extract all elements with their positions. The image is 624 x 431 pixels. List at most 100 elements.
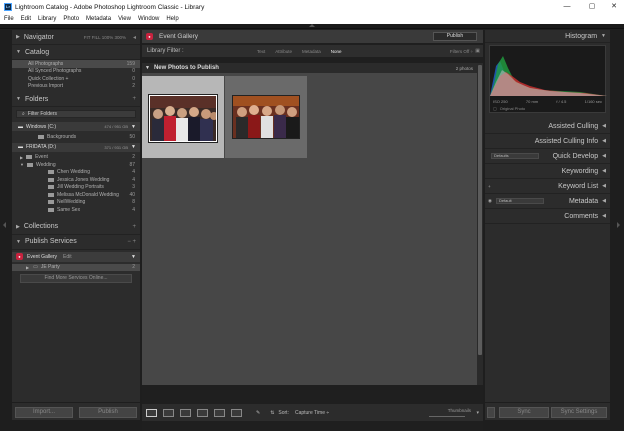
library-filter-bar: Library Filter : Text Attribute Metadata…	[142, 45, 483, 57]
add-folder-icon[interactable]: +	[132, 96, 136, 102]
folder-item[interactable]: Melissa McDonald Wedding 40	[12, 191, 140, 199]
folder-item[interactable]: NellWedding 8	[12, 199, 140, 207]
folder-item[interactable]: Jill Wedding Portraits 3	[12, 184, 140, 192]
find-more-services-button[interactable]: Find More Services Online...	[20, 274, 132, 283]
checkbox-icon[interactable]: ▢	[493, 106, 497, 111]
publish-service-edit[interactable]: Edit	[63, 254, 72, 260]
folder-item[interactable]: Chen Wedding 4	[12, 169, 140, 177]
collections-header[interactable]: ▶ Collections +	[12, 220, 140, 235]
survey-view-icon[interactable]	[197, 408, 208, 417]
navigator-header[interactable]: ▶ Navigator FIT FILL 100% 300% ◂	[12, 30, 140, 45]
photo-thumbnail[interactable]	[232, 95, 300, 139]
top-panel-toggle[interactable]	[0, 24, 624, 29]
toolbar-options-icon[interactable]: ▾	[476, 410, 479, 416]
close-button[interactable]: ✕	[602, 0, 624, 14]
menu-view[interactable]: View	[118, 16, 131, 22]
sort-dropdown[interactable]: Capture Time ÷	[295, 410, 329, 416]
menu-edit[interactable]: Edit	[21, 16, 31, 22]
left-panel: ▶ Navigator FIT FILL 100% 300% ◂ ▼ Catal…	[12, 30, 140, 402]
filters-off-dropdown[interactable]: Filters Off ÷	[450, 49, 473, 54]
party-photo-2-image	[233, 96, 299, 138]
filter-attribute-tab[interactable]: Attribute	[275, 49, 292, 54]
menu-window[interactable]: Window	[138, 16, 159, 22]
publish-service-title: Event Gallery	[159, 33, 199, 40]
keyword-list-header[interactable]: + Keyword List ◀	[485, 179, 610, 194]
menu-library[interactable]: Library	[38, 16, 56, 22]
add-keyword-icon[interactable]: +	[488, 184, 491, 189]
catalog-item[interactable]: All Photographs 159	[12, 60, 140, 68]
assisted-culling-info-header[interactable]: Assisted Culling Info ◀	[485, 134, 610, 149]
photo-thumbnail[interactable]	[148, 94, 218, 143]
folders-header[interactable]: ▼ Folders +	[12, 92, 140, 107]
quick-develop-preset-dropdown[interactable]: Defaults	[488, 153, 539, 159]
catalog-label: Catalog	[24, 48, 50, 56]
expand-triangle-icon: ▶	[16, 34, 20, 40]
navigator-panel-icon: ◂	[132, 34, 136, 41]
add-publish-service-icon[interactable]: − +	[127, 239, 136, 245]
volume-windows-c[interactable]: ▬ Windows (C:) 474 / 951 GB ▼	[12, 122, 140, 131]
sync-settings-button[interactable]: Sync Settings	[551, 407, 607, 418]
filter-text-tab[interactable]: Text	[257, 49, 265, 54]
filter-folders-input[interactable]: ⌕ Filter Folders	[16, 110, 136, 118]
import-button[interactable]: Import...	[15, 407, 73, 418]
published-collection-item[interactable]: ▶ ▭ JE Party 2	[12, 263, 140, 271]
filter-none-tab[interactable]: None	[331, 49, 342, 54]
search-icon: ⌕	[22, 111, 25, 117]
keywording-header[interactable]: Keywording ◀	[485, 164, 610, 179]
catalog-header[interactable]: ▼ Catalog	[12, 45, 140, 60]
publish-services-header[interactable]: ▼ Publish Services − +	[12, 235, 140, 250]
volume-fridata-d[interactable]: ▬ FRIDATA (D:) 371 / 931 GB ▼	[12, 142, 140, 152]
publish-button[interactable]: Publish	[433, 32, 477, 41]
sync-toggle-icon[interactable]	[487, 407, 495, 418]
publish-service-bar: ● Event Gallery Publish	[142, 30, 483, 43]
folder-icon	[26, 155, 33, 160]
photo-cell[interactable]	[225, 76, 307, 158]
filter-metadata-tab[interactable]: Metadata	[302, 49, 321, 54]
quick-develop-header[interactable]: Defaults Quick Develop ◀	[485, 149, 610, 164]
thumbnail-size-slider[interactable]	[429, 416, 465, 417]
navigator-zoom-options[interactable]: FIT FILL 100% 300%	[84, 35, 126, 40]
folder-item[interactable]: ▼ Wedding 87	[12, 161, 140, 169]
minimize-button[interactable]: —	[555, 0, 579, 14]
grid-section-header[interactable]: ▼ New Photos to Publish 2 photos	[142, 63, 477, 73]
photo-cell-selected[interactable]	[142, 76, 224, 158]
comments-header[interactable]: Comments ◀	[485, 209, 610, 224]
folder-item[interactable]: Backgrounds 50	[12, 133, 140, 141]
catalog-item[interactable]: Previous Import 2	[12, 83, 140, 91]
expand-triangle-icon: ◀	[602, 168, 606, 174]
loupe-view-icon[interactable]	[163, 408, 174, 417]
menu-help[interactable]: Help	[166, 16, 178, 22]
people-view-icon[interactable]	[214, 408, 225, 417]
grid-view-icon[interactable]	[146, 408, 157, 417]
catalog-item-label: Quick Collection +	[28, 75, 69, 82]
grid-scrollbar[interactable]	[477, 63, 483, 385]
sync-button[interactable]: Sync	[499, 407, 549, 418]
expand-triangle-icon: ▶	[20, 154, 24, 160]
painter-icon[interactable]: ✎	[256, 410, 260, 416]
menu-photo[interactable]: Photo	[63, 16, 79, 22]
filter-lock-icon[interactable]: ▣	[475, 48, 480, 54]
menu-file[interactable]: File	[4, 16, 14, 22]
assisted-culling-header[interactable]: Assisted Culling ◀	[485, 119, 610, 134]
maximize-button[interactable]: ▢	[580, 0, 604, 14]
catalog-item[interactable]: Quick Collection + 0	[12, 75, 140, 83]
sort-direction-icon[interactable]: ⇅	[270, 410, 274, 416]
folder-icon	[48, 177, 54, 182]
right-panel-toggle-icon[interactable]	[617, 222, 620, 228]
menu-metadata[interactable]: Metadata	[86, 16, 111, 22]
folder-item[interactable]: ▶ Event 2	[12, 154, 140, 162]
histogram-header[interactable]: Histogram ▼	[485, 30, 610, 43]
compare-view-icon[interactable]	[180, 408, 191, 417]
metadata-preset-dropdown[interactable]: ◉ Default	[488, 198, 544, 204]
publish-button-left[interactable]: Publish	[79, 407, 137, 418]
catalog-item[interactable]: All Synced Photographs 0	[12, 68, 140, 76]
left-panel-toggle-icon[interactable]	[3, 222, 6, 228]
add-collection-icon[interactable]: +	[132, 224, 136, 230]
publish-service-event-gallery[interactable]: ● Event Gallery Edit ▼	[12, 251, 140, 262]
folder-item[interactable]: Jessica Jones Wedding 4	[12, 176, 140, 184]
metadata-header[interactable]: ◉ Default Metadata ◀	[485, 194, 610, 209]
folder-icon	[48, 192, 54, 197]
folder-item[interactable]: Same Sex 4	[12, 206, 140, 214]
grid-scrollbar-thumb[interactable]	[478, 65, 482, 355]
secondary-display-icon[interactable]	[231, 408, 242, 417]
